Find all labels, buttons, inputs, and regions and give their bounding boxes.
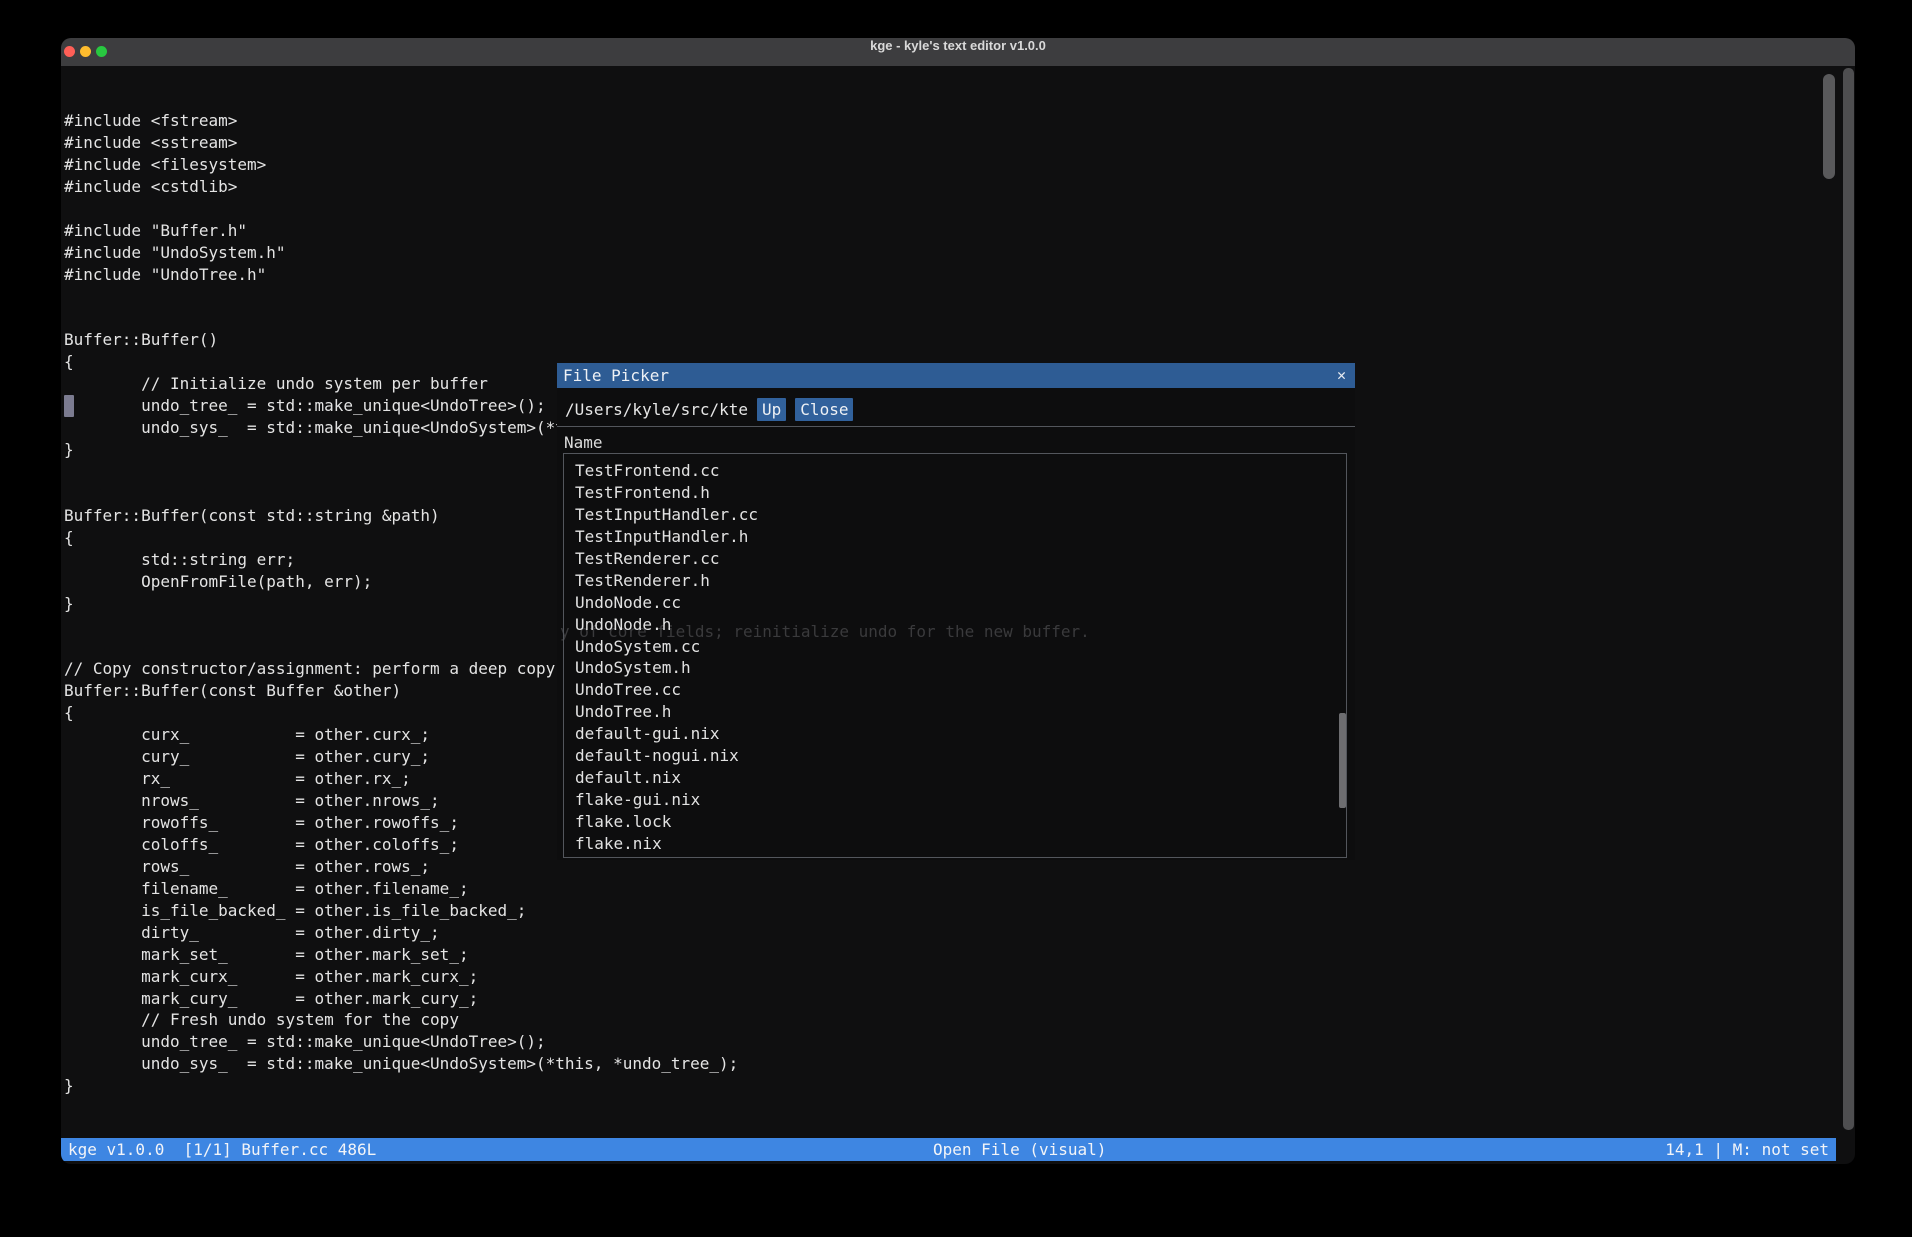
code-line <box>64 286 1075 308</box>
file-list-item[interactable]: flake-gui.nix <box>575 789 1346 811</box>
file-list-item[interactable]: UndoTree.cc <box>575 679 1346 701</box>
file-list-item[interactable]: TestRenderer.h <box>575 570 1346 592</box>
file-list-item[interactable]: UndoNode.cc <box>575 592 1346 614</box>
code-line: filename_ = other.filename_; <box>64 878 1075 900</box>
status-file-info: kge v1.0.0 [1/1] Buffer.cc 486L <box>68 1138 376 1161</box>
code-line: is_file_backed_ = other.is_file_backed_; <box>64 900 1075 922</box>
code-line: Buffer::Buffer() <box>64 329 1075 351</box>
file-list-item[interactable]: TestInputHandler.h <box>575 526 1346 548</box>
code-line: mark_curx_ = other.mark_curx_; <box>64 966 1075 988</box>
up-button[interactable]: Up <box>757 398 786 421</box>
file-list-item[interactable]: flake.nix <box>575 833 1346 855</box>
code-line <box>64 1097 1075 1119</box>
text-cursor <box>64 395 74 417</box>
editor-scrollbar-thumb[interactable] <box>1823 74 1835 179</box>
file-list-item[interactable]: flake.lock <box>575 811 1346 833</box>
code-line: dirty_ = other.dirty_; <box>64 922 1075 944</box>
file-picker-titlebar[interactable]: File Picker ✕ <box>557 363 1355 388</box>
file-list-item[interactable]: default.nix <box>575 767 1346 789</box>
code-line: #include "UndoTree.h" <box>64 264 1075 286</box>
code-line: #include <sstream> <box>64 132 1075 154</box>
file-list-item[interactable]: UndoSystem.cc <box>575 636 1346 658</box>
code-line: mark_cury_ = other.mark_cury_; <box>64 988 1075 1010</box>
zoom-window-button[interactable] <box>96 46 107 57</box>
status-cursor-position: 14,1 | M: not set <box>1665 1138 1829 1161</box>
code-line: undo_sys_ = std::make_unique<UndoSystem>… <box>64 1053 1075 1075</box>
code-line: #include "Buffer.h" <box>64 220 1075 242</box>
file-list: TestFrontend.ccTestFrontend.hTestInputHa… <box>563 453 1347 858</box>
close-icon[interactable]: ✕ <box>1337 363 1346 388</box>
file-picker-title: File Picker <box>563 366 669 385</box>
status-mode: Open File (visual) <box>933 1138 1106 1161</box>
file-list-item[interactable]: UndoNode.h <box>575 614 1346 636</box>
code-line: #include <fstream> <box>64 110 1075 132</box>
window-scrollbar-track[interactable] <box>1843 68 1854 1130</box>
code-line: #include "UndoSystem.h" <box>64 242 1075 264</box>
window-titlebar[interactable]: kge - kyle's text editor v1.0.0 <box>61 38 1855 66</box>
code-line <box>64 307 1075 329</box>
code-line <box>64 198 1075 220</box>
code-line: } <box>64 1075 1075 1097</box>
close-window-button[interactable] <box>64 46 75 57</box>
status-bar: kge v1.0.0 [1/1] Buffer.cc 486L Open Fil… <box>61 1138 1836 1161</box>
file-list-scrollbar-thumb[interactable] <box>1339 713 1346 808</box>
file-list-item[interactable]: default-nogui.nix <box>575 745 1346 767</box>
file-list-item[interactable]: UndoSystem.h <box>575 657 1346 679</box>
path-row: /Users/kyle/src/kte Up Close <box>557 395 1355 423</box>
file-list-item[interactable]: TestFrontend.h <box>575 482 1346 504</box>
file-picker-dialog: File Picker ✕ *this, *undo_tree_); /User… <box>557 363 1355 860</box>
code-line: #include <cstdlib> <box>64 176 1075 198</box>
file-list-item[interactable]: UndoTree.h <box>575 701 1346 723</box>
code-line: mark_set_ = other.mark_set_; <box>64 944 1075 966</box>
current-path: /Users/kyle/src/kte <box>565 400 748 419</box>
file-list-item[interactable]: default-gui.nix <box>575 723 1346 745</box>
column-header-name: Name <box>557 426 1355 453</box>
file-list-item[interactable]: TestRenderer.cc <box>575 548 1346 570</box>
code-line: #include <filesystem> <box>64 154 1075 176</box>
code-line: undo_tree_ = std::make_unique<UndoTree>(… <box>64 1031 1075 1053</box>
minimize-window-button[interactable] <box>80 46 91 57</box>
close-button[interactable]: Close <box>795 398 853 421</box>
code-line: // Fresh undo system for the copy <box>64 1009 1075 1031</box>
file-list-item[interactable]: TestFrontend.cc <box>575 460 1346 482</box>
window-title: kge - kyle's text editor v1.0.0 <box>61 38 1855 66</box>
traffic-lights <box>64 46 107 57</box>
file-list-item[interactable]: TestInputHandler.cc <box>575 504 1346 526</box>
